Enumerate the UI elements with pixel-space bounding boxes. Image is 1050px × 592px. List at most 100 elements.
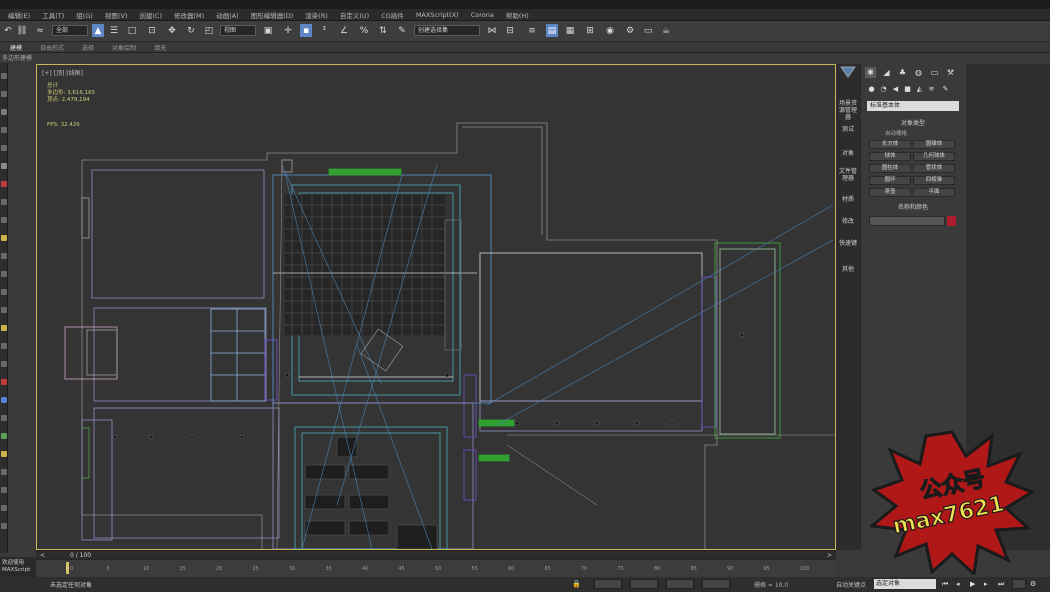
layer-select[interactable]: 全部 [52,25,88,36]
geosphere-button[interactable]: 几何球体 [913,152,955,161]
tube-button[interactable]: 管状体 [913,164,955,173]
tool-icon[interactable] [1,469,7,475]
tab-test[interactable]: 测试 [838,126,858,133]
tool-icon[interactable] [1,145,7,151]
z-coordinate-field[interactable] [666,579,694,589]
bind-to-space-warp-icon[interactable]: ≈ [34,24,46,37]
mirror-icon[interactable]: ⋈ [486,24,498,37]
undo-icon[interactable]: ↶ [2,24,14,37]
tool-icon[interactable] [1,451,7,457]
maxscript-listener[interactable]: 欢迎使用 MAXScript [0,557,36,577]
tool-icon[interactable] [1,163,7,169]
menu-group[interactable]: 组(G) [76,10,93,20]
tab-file-manager[interactable]: 文件管理器 [838,168,858,182]
tool-icon[interactable] [1,397,7,403]
top-viewport[interactable]: [+] [顶] [线框] 总计 多边形: 3,616,165 顶点: 2,479… [36,64,836,550]
x-coordinate-field[interactable] [594,579,622,589]
cylinder-button[interactable]: 圆柱体 [869,164,911,173]
y-coordinate-field[interactable] [630,579,658,589]
menu-corona[interactable]: Corona [471,11,494,19]
align-icon[interactable]: ⊟ [504,24,516,37]
time-config-icon[interactable]: ⚙ [1030,580,1036,588]
select-and-move-icon[interactable]: ✥ [166,24,178,37]
tab-scene-explorer[interactable]: 场景资源管理器 [838,100,858,121]
autogrid-checkbox[interactable]: 自动栅格 [885,129,907,137]
pivot-center-icon[interactable]: ▣ [262,24,274,37]
menu-help[interactable]: 帮助(H) [506,10,529,20]
tool-icon[interactable] [1,415,7,421]
menu-maxscript[interactable]: MAXScript(X) [416,11,459,19]
teapot-button[interactable]: 茶壶 [869,188,911,197]
ribbon-tab-populate[interactable]: 填充 [154,43,166,52]
ribbon-tab-modeling[interactable]: 建模 [10,43,22,52]
tab-objects[interactable]: 对象 [838,150,858,157]
tool-icon[interactable] [1,271,7,277]
play-icon[interactable]: ▶ [970,580,975,588]
hierarchy-panel-icon[interactable]: ♣ [897,67,908,78]
rendered-frame-window-icon[interactable]: ▭ [642,24,654,37]
helpers-icon[interactable]: ◭ [915,84,924,93]
tab-other[interactable]: 其他 [838,266,858,273]
tool-icon[interactable] [1,91,7,97]
select-and-scale-icon[interactable]: ◰ [203,24,215,37]
menu-edit[interactable]: 编辑(E) [8,10,30,20]
ribbon-toggle-icon[interactable]: ▤ [546,24,558,37]
material-editor-icon[interactable]: ◉ [604,24,616,37]
tool-icon[interactable] [1,361,7,367]
time-slider-handle[interactable] [66,562,69,574]
tool-icon[interactable] [1,325,7,331]
box-button[interactable]: 长方体 [869,140,911,149]
tool-icon[interactable] [1,73,7,79]
edit-named-selection-icon[interactable]: ✎ [396,24,408,37]
plane-button[interactable]: 平面 [913,188,955,197]
lock-selection-icon[interactable]: 🔒 [572,580,581,588]
tool-icon[interactable] [1,217,7,223]
render-production-icon[interactable]: ☕ [660,24,672,37]
torus-button[interactable]: 圆环 [869,176,911,185]
key-filter-select[interactable]: 选定对象 [874,579,936,589]
rollout-name-color[interactable]: 名称和颜色 [867,204,959,212]
tool-icon[interactable] [1,307,7,313]
sphere-button[interactable]: 球体 [869,152,911,161]
utilities-panel-icon[interactable]: ⚒ [945,67,956,78]
select-by-name-icon[interactable]: ☰ [108,24,120,37]
tool-icon[interactable] [1,523,7,529]
tab-materials[interactable]: 材质 [838,196,858,203]
schematic-view-icon[interactable]: ⊞ [584,24,596,37]
object-name-field[interactable] [869,216,945,226]
tool-icon[interactable] [1,181,7,187]
menu-graph-editors[interactable]: 图形编辑器(D) [251,10,294,20]
pyramid-button[interactable]: 四棱锥 [913,176,955,185]
tool-icon[interactable] [1,127,7,133]
tool-icon[interactable] [1,379,7,385]
ribbon-tab-freeform[interactable]: 自由形式 [40,43,64,52]
systems-icon[interactable]: ✎ [941,84,950,93]
space-warps-icon[interactable]: ≋ [927,84,936,93]
track-bar[interactable]: 0 5 10 15 20 25 30 35 40 45 50 55 60 65 70 75 80 85 90 95 10… [36,559,836,577]
ribbon-tab-selection[interactable]: 选择 [82,43,94,52]
menu-cg-plugins[interactable]: CG插件 [381,10,404,20]
current-frame-field[interactable] [1012,579,1026,589]
curve-editor-icon[interactable]: ▦ [564,24,576,37]
manipulate-icon[interactable]: ✛ [282,24,294,37]
spinner-snap-icon[interactable]: ⇅ [377,24,389,37]
tool-icon[interactable] [1,487,7,493]
viewport-label[interactable]: [+] [顶] [线框] [42,68,83,77]
rollout-object-type[interactable]: 对象类型 [867,120,959,128]
create-panel-icon[interactable]: ✱ [865,67,876,78]
window-crossing-icon[interactable]: ⊡ [146,24,158,37]
percent-snap-icon[interactable]: % [358,24,370,37]
display-panel-icon[interactable]: ▭ [929,67,940,78]
tab-hotkeys[interactable]: 快速键 [838,240,858,247]
geometry-icon[interactable]: ● [867,84,876,93]
ribbon-tab-object-paint[interactable]: 对象绘制 [112,43,136,52]
select-object-icon[interactable]: ▲ [92,24,104,37]
tool-icon[interactable] [1,235,7,241]
time-slider[interactable]: < 0 / 100 > [36,550,836,559]
tool-icon[interactable] [1,199,7,205]
layer-manager-icon[interactable]: ≡ [526,24,538,37]
next-key-icon[interactable]: ▸ [984,580,988,588]
keyboard-shortcut-override-icon[interactable]: ▪ [300,24,312,37]
reference-coord-select[interactable]: 视图 [220,25,256,36]
goto-end-icon[interactable]: ⏭ [998,580,1004,589]
